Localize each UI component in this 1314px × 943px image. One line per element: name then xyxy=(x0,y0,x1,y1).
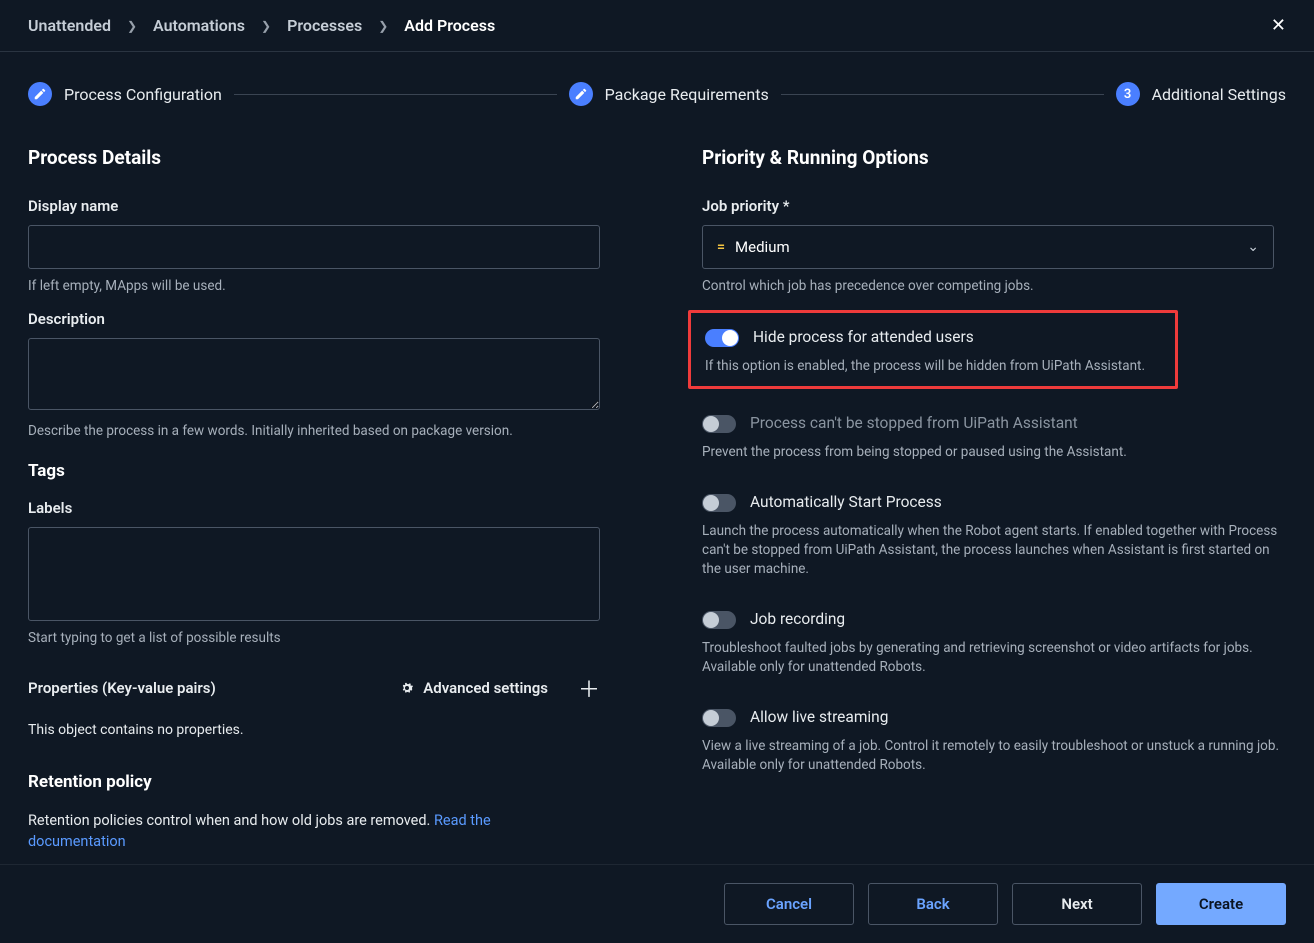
next-button[interactable]: Next xyxy=(1012,883,1142,925)
chevron-down-icon: ⌄ xyxy=(1247,239,1259,255)
display-name-helper: If left empty, MApps will be used. xyxy=(28,277,612,296)
labels-label: Labels xyxy=(28,499,612,517)
add-property-button[interactable]: ＋ xyxy=(578,672,600,704)
pencil-icon xyxy=(28,82,52,106)
breadcrumb-item[interactable]: Unattended xyxy=(28,16,111,35)
back-button[interactable]: Back xyxy=(868,883,998,925)
description-textarea[interactable] xyxy=(28,338,600,410)
toggle-description: Launch the process automatically when th… xyxy=(702,522,1286,579)
no-properties-text: This object contains no properties. xyxy=(28,722,612,738)
cant-stop-toggle[interactable] xyxy=(702,415,736,433)
step-package-requirements[interactable]: Package Requirements xyxy=(569,82,769,106)
breadcrumb: Unattended ❯ Automations ❯ Processes ❯ A… xyxy=(0,0,1314,52)
breadcrumb-item[interactable]: Automations xyxy=(153,16,245,35)
create-button[interactable]: Create xyxy=(1156,883,1286,925)
step-label: Process Configuration xyxy=(64,85,222,104)
advanced-settings-button[interactable]: Advanced settings xyxy=(399,679,548,697)
toggle-description: Prevent the process from being stopped o… xyxy=(702,443,1286,462)
labels-helper: Start typing to get a list of possible r… xyxy=(28,629,612,648)
step-additional-settings[interactable]: 3 Additional Settings xyxy=(1116,82,1286,106)
hide-process-toggle[interactable] xyxy=(705,329,739,347)
description-helper: Describe the process in a few words. Ini… xyxy=(28,422,612,441)
toggle-label: Automatically Start Process xyxy=(750,492,942,512)
retention-title: Retention policy xyxy=(28,772,612,792)
toggle-label: Job recording xyxy=(750,609,845,629)
priority-options-column: Priority & Running Options Job priority … xyxy=(702,146,1286,846)
toggle-label: Hide process for attended users xyxy=(753,327,974,347)
process-details-column: Process Details Display name If left emp… xyxy=(28,146,612,846)
pencil-icon xyxy=(569,82,593,106)
footer: Cancel Back Next Create xyxy=(0,864,1314,943)
toggle-description: Troubleshoot faulted jobs by generating … xyxy=(702,639,1286,677)
advanced-settings-label: Advanced settings xyxy=(423,679,548,697)
gear-icon xyxy=(399,680,415,696)
tags-title: Tags xyxy=(28,461,612,481)
priority-medium-icon: = xyxy=(717,239,723,255)
chevron-right-icon: ❯ xyxy=(261,19,271,33)
display-name-input[interactable] xyxy=(28,225,600,269)
step-label: Package Requirements xyxy=(605,85,769,104)
live-streaming-toggle[interactable] xyxy=(702,709,736,727)
labels-input[interactable] xyxy=(28,527,600,621)
step-label: Additional Settings xyxy=(1152,85,1286,104)
breadcrumb-item-current: Add Process xyxy=(404,16,495,35)
properties-title: Properties (Key-value pairs) xyxy=(28,679,399,697)
toggle-description: View a live streaming of a job. Control … xyxy=(702,737,1286,775)
toggle-label: Allow live streaming xyxy=(750,707,888,727)
job-priority-helper: Control which job has precedence over co… xyxy=(702,277,1286,296)
step-process-configuration[interactable]: Process Configuration xyxy=(28,82,222,106)
stepper: Process Configuration Package Requiremen… xyxy=(0,52,1314,146)
retention-description: Retention policies control when and how … xyxy=(28,810,588,846)
highlighted-option: Hide process for attended users If this … xyxy=(688,310,1178,389)
cancel-button[interactable]: Cancel xyxy=(724,883,854,925)
step-divider xyxy=(781,94,1104,95)
breadcrumb-item[interactable]: Processes xyxy=(287,16,362,35)
chevron-right-icon: ❯ xyxy=(127,19,137,33)
close-icon[interactable]: ✕ xyxy=(1271,15,1286,36)
auto-start-toggle[interactable] xyxy=(702,494,736,512)
step-divider xyxy=(234,94,557,95)
job-priority-label: Job priority * xyxy=(702,197,1286,215)
toggle-description: If this option is enabled, the process w… xyxy=(705,357,1161,376)
toggle-label: Process can't be stopped from UiPath Ass… xyxy=(750,413,1078,433)
job-priority-value: Medium xyxy=(735,238,790,256)
section-title: Priority & Running Options xyxy=(702,146,1286,169)
section-title: Process Details xyxy=(28,146,612,169)
description-label: Description xyxy=(28,310,612,328)
job-recording-toggle[interactable] xyxy=(702,611,736,629)
display-name-label: Display name xyxy=(28,197,612,215)
step-number-badge: 3 xyxy=(1116,82,1140,106)
job-priority-select[interactable]: = Medium ⌄ xyxy=(702,225,1274,269)
chevron-right-icon: ❯ xyxy=(378,19,388,33)
